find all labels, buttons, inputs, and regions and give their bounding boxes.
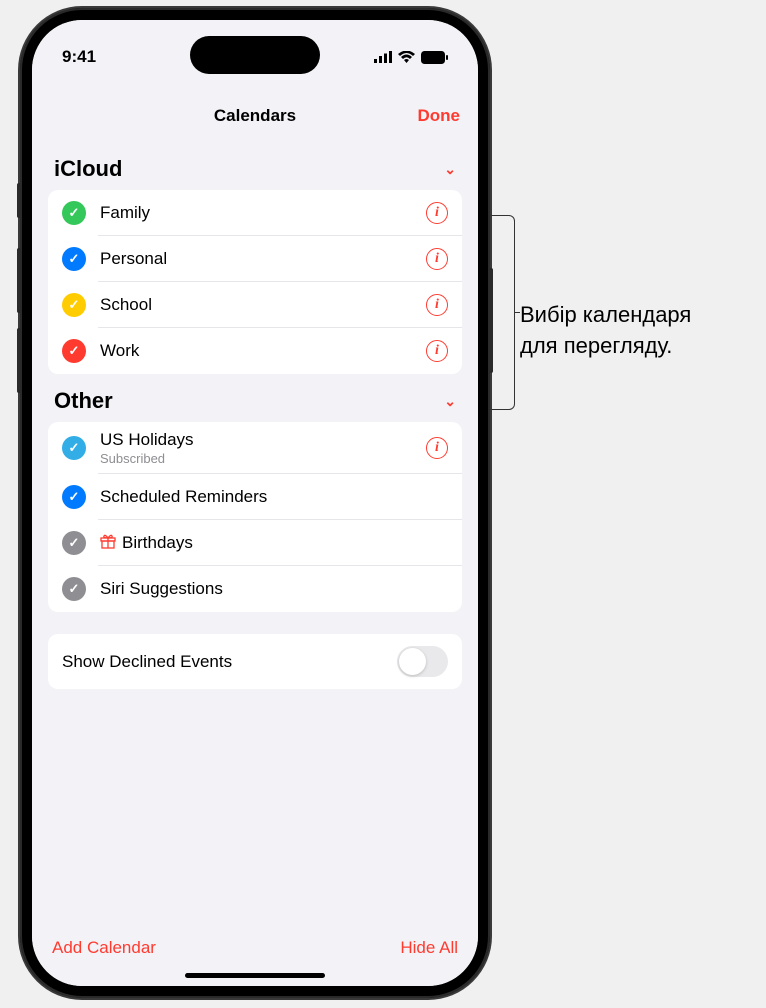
home-indicator — [185, 973, 325, 978]
calendar-row-birthdays[interactable]: ✓ Birthdays — [48, 520, 462, 566]
checkmark-icon: ✓ — [69, 535, 80, 551]
checkmark-icon: ✓ — [69, 251, 80, 267]
section-title: Other — [54, 388, 113, 414]
check-circle: ✓ — [62, 339, 86, 363]
dynamic-island — [190, 36, 320, 74]
checkmark-icon: ✓ — [69, 343, 80, 359]
callout-bracket — [490, 215, 515, 410]
info-button[interactable]: i — [426, 202, 448, 224]
callout-line-2: для перегляду. — [520, 333, 672, 358]
calendar-label: Work — [100, 341, 426, 361]
check-circle: ✓ — [62, 531, 86, 555]
show-declined-row: Show Declined Events — [48, 634, 462, 689]
check-circle: ✓ — [62, 577, 86, 601]
calendar-label: School — [100, 295, 426, 315]
calendar-label: Personal — [100, 249, 426, 269]
checkmark-icon: ✓ — [69, 297, 80, 313]
other-calendar-list: ✓ US Holidays Subscribed i ✓ Scheduled R… — [48, 422, 462, 612]
info-button[interactable]: i — [426, 340, 448, 362]
screen: 9:41 Calendars Done iCloud ⌄ ✓ — [32, 20, 478, 986]
calendar-label-group: Birthdays — [100, 533, 448, 554]
toggle-label: Show Declined Events — [62, 652, 232, 672]
calendar-label-group: US Holidays Subscribed — [100, 430, 426, 466]
sheet-content: iCloud ⌄ ✓ Family i ✓ Personal i — [32, 142, 478, 922]
sheet-header: Calendars Done — [32, 90, 478, 142]
calendar-row-family[interactable]: ✓ Family i — [48, 190, 462, 236]
calendar-row-siri-suggestions[interactable]: ✓ Siri Suggestions — [48, 566, 462, 612]
sheet-title: Calendars — [214, 106, 296, 126]
info-button[interactable]: i — [426, 437, 448, 459]
chevron-down-icon: ⌄ — [444, 161, 456, 178]
toggle-knob — [399, 648, 426, 675]
chevron-down-icon: ⌄ — [444, 393, 456, 410]
volume-down-button — [17, 328, 21, 393]
check-circle: ✓ — [62, 293, 86, 317]
calendar-label: Family — [100, 203, 426, 223]
section-title: iCloud — [54, 156, 122, 182]
info-button[interactable]: i — [426, 294, 448, 316]
calendar-subtitle: Subscribed — [100, 451, 426, 466]
callout-line-1: Вибір календаря — [520, 302, 691, 327]
callout-text: Вибір календаря для перегляду. — [520, 300, 691, 362]
wifi-icon — [398, 51, 415, 63]
section-header-icloud[interactable]: iCloud ⌄ — [48, 142, 462, 190]
checkmark-icon: ✓ — [69, 581, 80, 597]
battery-icon — [421, 51, 448, 64]
calendar-label: Scheduled Reminders — [100, 487, 448, 507]
section-header-other[interactable]: Other ⌄ — [48, 374, 462, 422]
calendar-label: Siri Suggestions — [100, 579, 448, 599]
calendar-row-work[interactable]: ✓ Work i — [48, 328, 462, 374]
status-time: 9:41 — [62, 47, 96, 67]
check-circle: ✓ — [62, 201, 86, 225]
checkmark-icon: ✓ — [69, 440, 80, 456]
info-button[interactable]: i — [426, 248, 448, 270]
phone-frame: 9:41 Calendars Done iCloud ⌄ ✓ — [20, 8, 490, 998]
settings-group: Show Declined Events — [48, 634, 462, 689]
done-button[interactable]: Done — [418, 106, 461, 126]
check-circle: ✓ — [62, 436, 86, 460]
calendar-row-us-holidays[interactable]: ✓ US Holidays Subscribed i — [48, 422, 462, 474]
gift-icon — [100, 533, 116, 554]
calendar-label: Birthdays — [122, 533, 193, 553]
calendar-row-personal[interactable]: ✓ Personal i — [48, 236, 462, 282]
calendar-row-school[interactable]: ✓ School i — [48, 282, 462, 328]
check-circle: ✓ — [62, 485, 86, 509]
status-icons — [374, 51, 448, 64]
silent-switch — [17, 183, 21, 218]
calendar-row-scheduled-reminders[interactable]: ✓ Scheduled Reminders — [48, 474, 462, 520]
calendar-label: US Holidays — [100, 430, 426, 450]
volume-up-button — [17, 248, 21, 313]
checkmark-icon: ✓ — [69, 205, 80, 221]
checkmark-icon: ✓ — [69, 489, 80, 505]
show-declined-toggle[interactable] — [397, 646, 448, 677]
calendars-sheet: Calendars Done iCloud ⌄ ✓ Family i ✓ — [32, 90, 478, 986]
check-circle: ✓ — [62, 247, 86, 271]
cellular-icon — [374, 51, 392, 63]
add-calendar-button[interactable]: Add Calendar — [52, 938, 156, 958]
icloud-calendar-list: ✓ Family i ✓ Personal i ✓ School i — [48, 190, 462, 374]
hide-all-button[interactable]: Hide All — [400, 938, 458, 958]
